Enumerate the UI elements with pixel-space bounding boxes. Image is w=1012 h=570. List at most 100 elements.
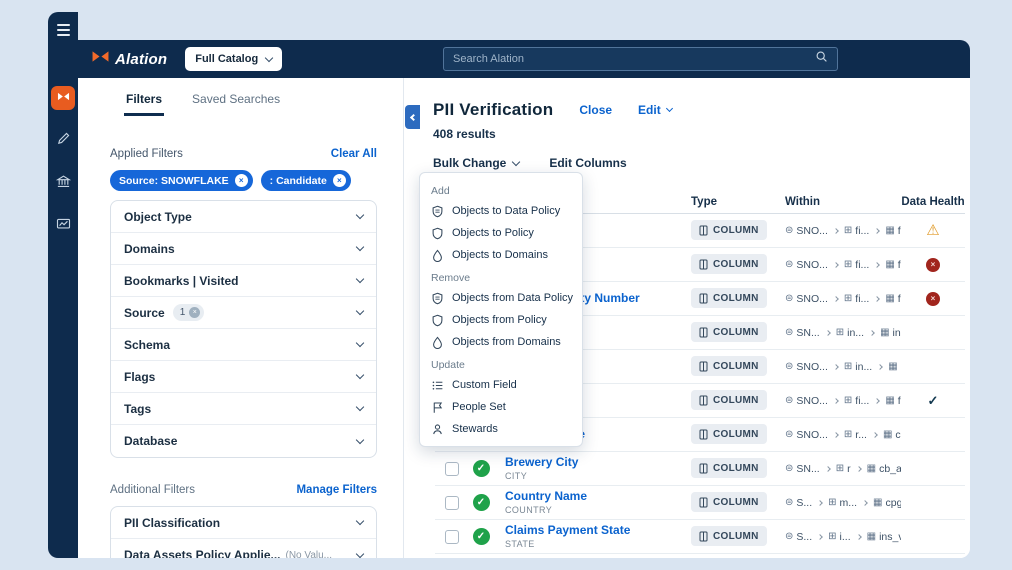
verification-status: ✓: [465, 494, 497, 511]
menu-item-stewards[interactable]: Stewards: [420, 418, 582, 440]
table-icon: ▦: [866, 463, 877, 474]
filter-accordion-label: Data Assets Policy Applie...: [124, 548, 281, 558]
full-catalog-button[interactable]: Full Catalog: [185, 47, 283, 71]
menu-item-objects-from-data-policy[interactable]: Objects from Data Policy: [420, 287, 582, 309]
rail-item-analytics[interactable]: [51, 215, 75, 239]
tab-saved-searches[interactable]: Saved Searches: [190, 88, 282, 116]
breadcrumb-item[interactable]: SNO...: [796, 395, 828, 407]
close-link[interactable]: Close: [579, 103, 612, 117]
table-icon: ▦: [882, 429, 893, 440]
remove-filter-icon[interactable]: ×: [189, 307, 201, 318]
filter-accordion-data-assets-policy-applie[interactable]: Data Assets Policy Applie... (No Valu...: [111, 539, 376, 558]
tab-filters[interactable]: Filters: [124, 88, 165, 116]
breadcrumb-item[interactable]: S...: [796, 531, 812, 543]
type-cell: COLUMN: [691, 254, 785, 275]
menu-item-label: Objects from Data Policy: [452, 292, 574, 304]
breadcrumb-item[interactable]: SNO...: [796, 225, 828, 237]
breadcrumb-item[interactable]: m...: [840, 497, 858, 509]
within-breadcrumb: ⊜SN... ⊞r ▦cb_acq...: [785, 463, 901, 475]
breadcrumb-item[interactable]: ins_...: [893, 327, 901, 339]
filter-accordion-bookmarks-visited[interactable]: Bookmarks | Visited: [111, 265, 376, 297]
breadcrumb-item[interactable]: fi...: [855, 395, 869, 407]
breadcrumb-item[interactable]: r...: [855, 429, 867, 441]
menu-item-objects-to-policy[interactable]: Objects to Policy: [420, 222, 582, 244]
within-breadcrumb: ⊜SNO...⊞fi...▦fin...: [785, 395, 901, 407]
menu-item-objects-to-domains[interactable]: Objects to Domains: [420, 244, 582, 266]
chevron-right-icon: [874, 295, 881, 302]
row-checkbox[interactable]: [445, 495, 459, 510]
type-chip: COLUMN: [691, 424, 767, 445]
database-icon: ⊜: [785, 327, 794, 338]
object-name-link[interactable]: Country Name: [505, 490, 691, 504]
breadcrumb-item[interactable]: ins_vw...: [879, 531, 901, 543]
filter-accordion-schema[interactable]: Schema: [111, 329, 376, 361]
filter-accordion-database[interactable]: Database: [111, 425, 376, 457]
filter-accordion-pii-classification[interactable]: PII Classification: [111, 507, 376, 539]
policy-icon: [431, 314, 444, 327]
filter-accordion-flags[interactable]: Flags: [111, 361, 376, 393]
breadcrumb-item[interactable]: fi...: [855, 293, 869, 305]
rail-item-governance[interactable]: [51, 172, 75, 196]
search-icon[interactable]: [815, 50, 828, 68]
breadcrumb-item[interactable]: SNO...: [796, 259, 828, 271]
object-name-link[interactable]: Claims Payment State: [505, 524, 691, 538]
menu-icon[interactable]: [53, 18, 74, 42]
edit-link[interactable]: Edit: [638, 103, 673, 117]
breadcrumb-item[interactable]: SN...: [796, 463, 819, 475]
breadcrumb-item[interactable]: S...: [796, 497, 812, 509]
type-cell: COLUMN: [691, 424, 785, 445]
menu-item-people-set[interactable]: People Set: [420, 396, 582, 418]
breadcrumb-item[interactable]: SN...: [796, 327, 819, 339]
object-name-link[interactable]: Brewery City: [505, 456, 691, 470]
page-title: PII Verification: [433, 100, 554, 119]
results-count: 408 results: [433, 127, 496, 141]
breadcrumb-item[interactable]: fi...: [855, 225, 869, 237]
filter-accordion-domains[interactable]: Domains: [111, 233, 376, 265]
filter-accordion-label: Database: [124, 434, 178, 448]
search-input[interactable]: [453, 53, 815, 65]
menu-item-objects-from-domains[interactable]: Objects from Domains: [420, 331, 582, 353]
edit-columns-button[interactable]: Edit Columns: [549, 156, 626, 170]
bulk-change-button[interactable]: Bulk Change: [433, 156, 521, 170]
within-breadcrumb: ⊜S... ⊞m... ▦cpg_...: [785, 497, 901, 509]
breadcrumb-item[interactable]: cb_acq...: [879, 463, 901, 475]
filter-tabs: Filters Saved Searches: [78, 78, 403, 116]
breadcrumb-item[interactable]: in...: [855, 361, 872, 373]
menu-item-label: Objects from Domains: [452, 336, 561, 348]
breadcrumb-item[interactable]: cb_...: [895, 429, 901, 441]
breadcrumb-item[interactable]: r: [847, 463, 851, 475]
rail-item-curation[interactable]: [51, 129, 75, 153]
applied-filter-chip[interactable]: Source: SNOWFLAKE ×: [110, 170, 253, 191]
filter-accordion-object-type[interactable]: Object Type: [111, 201, 376, 233]
manage-filters-link[interactable]: Manage Filters: [296, 484, 377, 496]
remove-filter-icon[interactable]: ×: [234, 174, 248, 187]
breadcrumb-item[interactable]: in...: [847, 327, 864, 339]
clear-all-link[interactable]: Clear All: [331, 148, 377, 160]
chevron-right-icon: [874, 397, 881, 404]
menu-item-custom-field[interactable]: Custom Field: [420, 374, 582, 396]
breadcrumb-item[interactable]: SNO...: [796, 429, 828, 441]
menu-item-label: People Set: [452, 401, 506, 413]
table-icon: ▦: [885, 259, 895, 270]
breadcrumb-item[interactable]: SNO...: [796, 361, 828, 373]
breadcrumb-item[interactable]: SNO...: [796, 293, 828, 305]
header-data-health: Data Health: [901, 195, 965, 208]
type-label: COLUMN: [713, 462, 759, 474]
breadcrumb-item[interactable]: i...: [840, 531, 851, 543]
row-checkbox[interactable]: [445, 461, 459, 476]
menu-section-header: Add: [431, 185, 450, 197]
rail-item-catalog[interactable]: [51, 86, 75, 110]
row-checkbox[interactable]: [445, 529, 459, 544]
filter-accordion-tags[interactable]: Tags: [111, 393, 376, 425]
applied-filter-chip[interactable]: : Candidate ×: [260, 170, 351, 191]
breadcrumb-item[interactable]: fi...: [855, 259, 869, 271]
breadcrumb-item[interactable]: cpg_...: [886, 497, 902, 509]
collapse-panel-button[interactable]: [405, 105, 420, 129]
column-icon: [699, 497, 708, 508]
remove-filter-icon[interactable]: ×: [332, 174, 346, 187]
chevron-right-icon: [824, 329, 831, 336]
menu-item-objects-from-policy[interactable]: Objects from Policy: [420, 309, 582, 331]
column-icon: [699, 361, 708, 372]
filter-accordion-source[interactable]: Source 1 ×: [111, 297, 376, 329]
menu-item-objects-to-data-policy[interactable]: Objects to Data Policy: [420, 200, 582, 222]
